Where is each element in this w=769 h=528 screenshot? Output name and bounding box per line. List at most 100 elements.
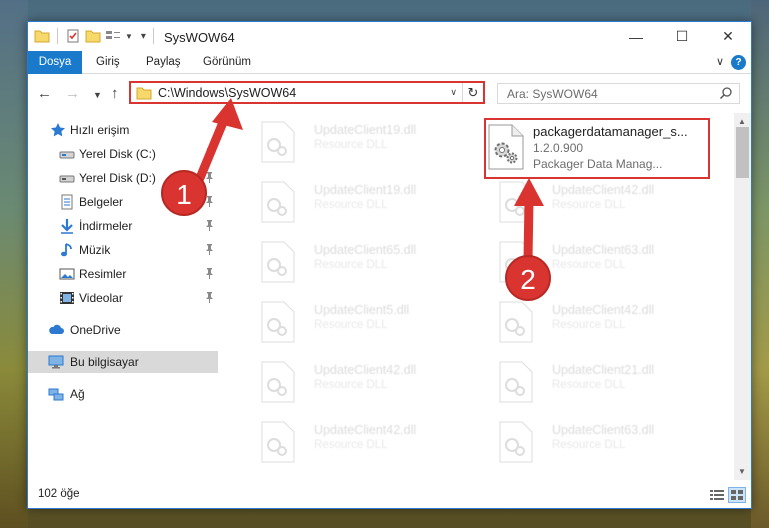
file-list: UpdateClient19.dll Resource DLL UpdateCl… (220, 113, 736, 478)
tab-share[interactable]: Paylaş (146, 51, 181, 74)
address-path[interactable]: C:\Windows\SysWOW64 (158, 86, 296, 100)
navigation-bar: ← → ▼ ↑ C:\Windows\SysWOW64 ∨ ↻ Ara: Sys… (28, 74, 751, 112)
sidebar-item-local-disk-c[interactable]: Yerel Disk (C:) (28, 143, 218, 165)
file-description: Resource DLL (552, 259, 626, 271)
file-name: packagerdatamanager_s... (533, 124, 688, 139)
file-description: Resource DLL (314, 319, 388, 331)
scrollbar-thumb[interactable] (736, 127, 749, 178)
dll-file-icon (261, 181, 295, 223)
tab-file[interactable]: Dosya (28, 51, 82, 74)
network-icon (48, 388, 64, 401)
file-description: Resource DLL (314, 439, 388, 451)
computer-icon (48, 355, 64, 369)
file-description: Resource DLL (552, 379, 626, 391)
dll-file-icon (499, 301, 533, 343)
list-item[interactable]: UpdateClient63.dll Resource DLL (478, 417, 698, 467)
file-description: Resource DLL (314, 139, 388, 151)
pin-icon[interactable] (205, 244, 214, 255)
file-name: UpdateClient5.dll (314, 303, 410, 317)
sidebar-item-this-pc[interactable]: Bu bilgisayar (28, 351, 218, 373)
file-name: UpdateClient63.dll (552, 243, 655, 257)
search-box[interactable]: Ara: SysWOW64 (497, 83, 740, 104)
file-description: Resource DLL (314, 199, 388, 211)
tab-view[interactable]: Görünüm (203, 51, 251, 74)
sidebar-item-network[interactable]: Ağ (28, 383, 218, 405)
minimize-button[interactable]: — (613, 22, 659, 51)
list-item[interactable]: UpdateClient42.dll Resource DLL (478, 297, 698, 347)
status-bar: 102 öğe (28, 484, 751, 508)
address-bar[interactable]: C:\Windows\SysWOW64 ∨ ↻ (129, 81, 485, 104)
address-history-chevron-icon[interactable]: ∨ (450, 87, 457, 98)
customize-toolbar-chevron-icon[interactable]: ▾ (141, 31, 146, 42)
sidebar-item-pictures[interactable]: Resimler (28, 263, 218, 285)
search-icon[interactable] (719, 86, 733, 100)
pin-icon[interactable] (205, 172, 214, 183)
search-placeholder[interactable]: Ara: SysWOW64 (507, 87, 598, 101)
item-count: 102 öğe (38, 488, 80, 500)
list-item[interactable]: UpdateClient19.dll Resource DLL (240, 177, 460, 227)
pin-icon[interactable] (205, 292, 214, 303)
music-icon (61, 243, 72, 257)
dll-file-icon (261, 301, 295, 343)
list-item[interactable]: UpdateClient5.dll Resource DLL (240, 297, 460, 347)
list-item[interactable]: UpdateClient19.dll Resource DLL (240, 117, 460, 167)
dll-file-icon (261, 121, 295, 163)
sidebar-item-quick-access[interactable]: Hızlı erişim (28, 119, 218, 141)
file-description: Resource DLL (314, 379, 388, 391)
sidebar-item-music[interactable]: Müzik (28, 239, 218, 261)
scroll-up-icon[interactable]: ▲ (738, 117, 746, 126)
video-icon (60, 292, 74, 304)
sidebar-item-label: Hızlı erişim (70, 123, 130, 137)
new-folder-icon[interactable] (85, 28, 101, 44)
large-icons-view-icon[interactable] (728, 487, 746, 503)
properties-icon[interactable] (65, 28, 81, 44)
drive-icon (59, 151, 75, 159)
desktop-wallpaper-right (751, 0, 769, 528)
sidebar-item-videos[interactable]: Videolar (28, 287, 218, 309)
dll-file-icon (261, 421, 295, 463)
file-name: UpdateClient42.dll (314, 423, 417, 437)
refresh-icon[interactable]: ↻ (462, 83, 483, 102)
highlighted-file-item[interactable]: packagerdatamanager_s... 1.2.0.900 Packa… (484, 118, 710, 179)
close-button[interactable]: ✕ (705, 22, 751, 51)
list-item[interactable]: UpdateClient21.dll Resource DLL (478, 357, 698, 407)
list-item[interactable]: UpdateClient42.dll Resource DLL (240, 357, 460, 407)
recent-locations-chevron-icon[interactable]: ▼ (93, 90, 102, 100)
file-name: UpdateClient19.dll (314, 123, 417, 137)
expand-ribbon-icon[interactable]: ∨ (716, 55, 724, 68)
quick-access-toolbar: ▼ ▾ (34, 28, 157, 44)
view-options-chevron-icon[interactable]: ▼ (125, 32, 133, 41)
list-item[interactable]: UpdateClient42.dll Resource DLL (478, 177, 698, 227)
file-name: UpdateClient42.dll (552, 303, 655, 317)
forward-arrow-icon[interactable]: → (65, 85, 80, 102)
sidebar-item-downloads[interactable]: İndirmeler (28, 215, 218, 237)
file-description: Resource DLL (552, 319, 626, 331)
maximize-button[interactable]: ☐ (659, 22, 705, 51)
help-icon[interactable]: ? (731, 55, 746, 70)
sidebar-item-onedrive[interactable]: OneDrive (28, 319, 218, 341)
ribbon-tabs: Dosya Giriş Paylaş Görünüm ∨ ? (28, 51, 751, 74)
sidebar-item-label: Videolar (79, 291, 123, 305)
file-description: Resource DLL (552, 199, 626, 211)
vertical-scrollbar[interactable]: ▲ ▼ (734, 113, 751, 480)
folder-icon (136, 87, 152, 100)
file-name: UpdateClient42.dll (314, 363, 417, 377)
pin-icon[interactable] (205, 268, 214, 279)
callout-badge-2: 2 (505, 255, 551, 301)
pin-icon[interactable] (205, 148, 214, 159)
scroll-down-icon[interactable]: ▼ (738, 467, 746, 476)
view-options-icon[interactable] (105, 28, 121, 44)
file-description: Packager Data Manag... (533, 157, 663, 171)
up-arrow-icon[interactable]: ↑ (111, 85, 119, 102)
pin-icon[interactable] (205, 220, 214, 231)
tab-home[interactable]: Giriş (96, 51, 120, 74)
list-item[interactable]: UpdateClient42.dll Resource DLL (240, 417, 460, 467)
pictures-icon (59, 268, 75, 280)
file-explorer-window: ▼ ▾ SysWOW64 — ☐ ✕ Dosya Giriş Paylaş Gö… (27, 21, 752, 509)
sidebar-item-label: Müzik (79, 243, 111, 257)
details-view-icon[interactable] (709, 488, 725, 502)
list-item[interactable]: UpdateClient65.dll Resource DLL (240, 237, 460, 287)
back-arrow-icon[interactable]: ← (37, 85, 52, 102)
dll-file-icon (261, 241, 295, 283)
dll-file-icon (499, 181, 533, 223)
